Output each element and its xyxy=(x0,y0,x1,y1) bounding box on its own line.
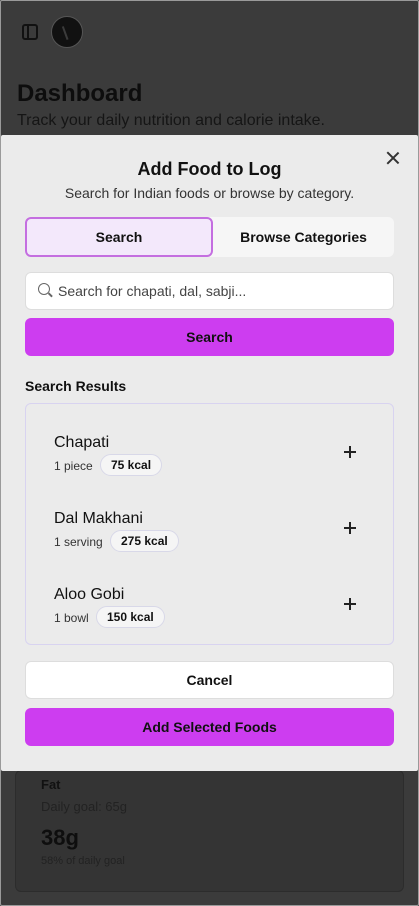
list-item: Aloo Gobi 1 bowl 150 kcal xyxy=(26,586,393,646)
search-input[interactable] xyxy=(58,273,388,309)
app-header xyxy=(0,0,419,64)
search-box xyxy=(25,272,394,310)
kcal-badge: 150 kcal xyxy=(96,606,165,628)
plus-icon[interactable] xyxy=(344,598,356,610)
plus-icon[interactable] xyxy=(344,522,356,534)
fat-card-goal: Daily goal: 65g xyxy=(41,799,127,814)
page-subtitle: Track your daily nutrition and calorie i… xyxy=(17,112,325,129)
tab-browse-categories[interactable]: Browse Categories xyxy=(213,217,394,257)
tab-list: Search Browse Categories xyxy=(25,217,394,257)
list-item: Chapati 1 piece 75 kcal xyxy=(26,434,393,494)
kcal-badge: 275 kcal xyxy=(110,530,179,552)
fat-card-percent: 58% of daily goal xyxy=(41,855,125,867)
kcal-badge: 75 kcal xyxy=(100,454,163,476)
food-serving: 1 bowl xyxy=(54,611,89,625)
food-serving: 1 piece xyxy=(54,459,93,473)
food-name: Chapati xyxy=(54,434,110,451)
food-serving: 1 serving xyxy=(54,535,103,549)
fat-card: Fat Daily goal: 65g 38g 58% of daily goa… xyxy=(15,770,404,892)
dialog-title: Add Food to Log xyxy=(137,159,282,179)
cancel-button[interactable]: Cancel xyxy=(25,661,394,699)
list-item: Dal Makhani 1 serving 275 kcal xyxy=(26,510,393,570)
tab-search[interactable]: Search xyxy=(25,217,213,257)
search-button[interactable]: Search xyxy=(25,318,394,356)
search-icon xyxy=(38,283,50,295)
fat-card-label: Fat xyxy=(41,777,61,792)
avatar[interactable] xyxy=(51,16,83,48)
results-list: Chapati 1 piece 75 kcal Dal Makhani 1 se… xyxy=(25,403,394,645)
plus-icon[interactable] xyxy=(344,446,356,458)
food-name: Aloo Gobi xyxy=(54,586,125,603)
fat-card-value: 38g xyxy=(41,825,79,850)
page-title: Dashboard xyxy=(17,80,143,107)
add-selected-foods-button[interactable]: Add Selected Foods xyxy=(25,708,394,746)
add-food-dialog: Add Food to Log Search for Indian foods … xyxy=(1,135,418,771)
results-heading: Search Results xyxy=(25,378,127,394)
sidebar-toggle-icon[interactable] xyxy=(22,24,38,40)
dialog-subtitle: Search for Indian foods or browse by cat… xyxy=(64,185,355,201)
food-name: Dal Makhani xyxy=(54,510,143,527)
